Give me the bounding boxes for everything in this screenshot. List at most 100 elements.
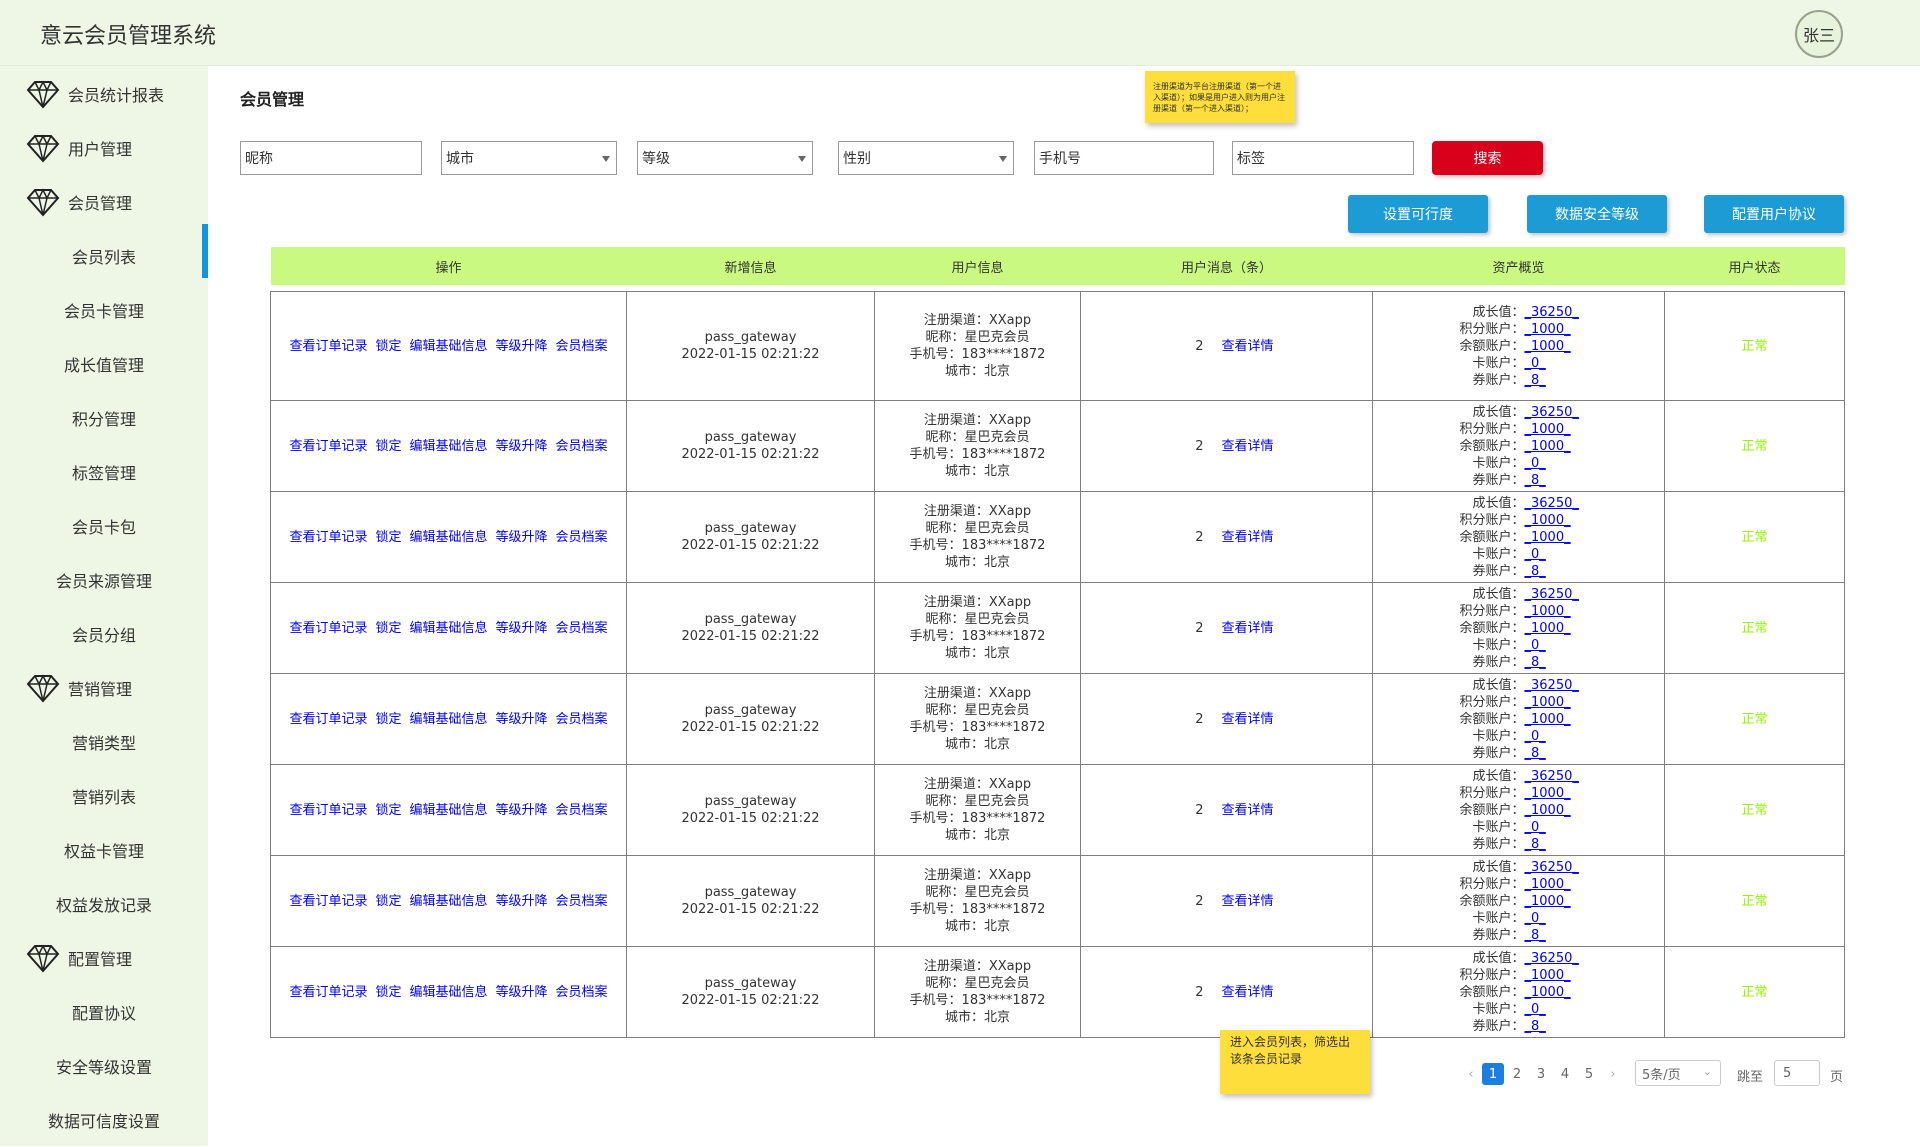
view-details-link[interactable]: 查看详情 xyxy=(1221,985,1273,1000)
asset-value-link[interactable]: _8_ xyxy=(1525,927,1585,944)
asset-value-link[interactable]: _8_ xyxy=(1525,1018,1585,1035)
next-page-icon[interactable]: › xyxy=(1602,1067,1624,1082)
op-link[interactable]: 锁定 xyxy=(375,339,401,354)
op-link[interactable]: 锁定 xyxy=(375,803,401,818)
asset-value-link[interactable]: _1000_ xyxy=(1525,984,1585,1001)
set-credibility-button[interactable]: 设置可行度 xyxy=(1348,195,1488,233)
asset-value-link[interactable]: _0_ xyxy=(1525,1001,1585,1018)
asset-value-link[interactable]: _1000_ xyxy=(1525,512,1585,529)
asset-value-link[interactable]: _1000_ xyxy=(1525,603,1585,620)
page-size-select[interactable]: 5条/页 ⌄ xyxy=(1635,1060,1721,1086)
asset-value-link[interactable]: _36250_ xyxy=(1525,950,1585,967)
asset-value-link[interactable]: _36250_ xyxy=(1525,495,1585,512)
op-link[interactable]: 等级升降 xyxy=(496,439,548,454)
sidebar-item[interactable]: 营销类型 xyxy=(0,715,208,769)
asset-value-link[interactable]: _1000_ xyxy=(1525,876,1585,893)
op-link[interactable]: 编辑基础信息 xyxy=(409,439,487,454)
asset-value-link[interactable]: _36250_ xyxy=(1525,677,1585,694)
level-select[interactable]: 等级 xyxy=(637,141,813,175)
asset-value-link[interactable]: _0_ xyxy=(1525,355,1585,372)
asset-value-link[interactable]: _1000_ xyxy=(1525,438,1585,455)
op-link[interactable]: 编辑基础信息 xyxy=(409,803,487,818)
sidebar-item[interactable]: 安全等级设置 xyxy=(0,1039,208,1093)
op-link[interactable]: 会员档案 xyxy=(556,803,608,818)
asset-value-link[interactable]: _1000_ xyxy=(1525,711,1585,728)
asset-value-link[interactable]: _1000_ xyxy=(1525,620,1585,637)
op-link[interactable]: 会员档案 xyxy=(556,621,608,636)
asset-value-link[interactable]: _8_ xyxy=(1525,563,1585,580)
view-details-link[interactable]: 查看详情 xyxy=(1221,339,1273,354)
data-security-level-button[interactable]: 数据安全等级 xyxy=(1527,195,1667,233)
op-link[interactable]: 查看订单记录 xyxy=(289,439,367,454)
asset-value-link[interactable]: _0_ xyxy=(1525,637,1585,654)
sidebar-item[interactable]: 营销列表 xyxy=(0,769,208,823)
page-4[interactable]: 4 xyxy=(1554,1063,1576,1085)
page-5[interactable]: 5 xyxy=(1578,1063,1600,1085)
op-link[interactable]: 会员档案 xyxy=(556,894,608,909)
op-link[interactable]: 会员档案 xyxy=(556,985,608,1000)
configure-agreement-button[interactable]: 配置用户协议 xyxy=(1704,195,1844,233)
op-link[interactable]: 锁定 xyxy=(375,530,401,545)
sidebar-item[interactable]: 会员分组 xyxy=(0,607,208,661)
op-link[interactable]: 会员档案 xyxy=(556,439,608,454)
op-link[interactable]: 编辑基础信息 xyxy=(409,894,487,909)
sidebar-item[interactable]: 积分管理 xyxy=(0,391,208,445)
sidebar-item[interactable]: 权益卡管理 xyxy=(0,823,208,877)
op-link[interactable]: 编辑基础信息 xyxy=(409,985,487,1000)
op-link[interactable]: 编辑基础信息 xyxy=(409,530,487,545)
page-1[interactable]: 1 xyxy=(1482,1063,1504,1085)
sidebar-item[interactable]: 会员列表 xyxy=(0,229,208,283)
op-link[interactable]: 会员档案 xyxy=(556,530,608,545)
phone-input[interactable]: 手机号 xyxy=(1034,141,1214,175)
view-details-link[interactable]: 查看详情 xyxy=(1221,530,1273,545)
asset-value-link[interactable]: _8_ xyxy=(1525,745,1585,762)
sidebar-item[interactable]: 配置管理 xyxy=(0,931,208,985)
asset-value-link[interactable]: _0_ xyxy=(1525,728,1585,745)
op-link[interactable]: 会员档案 xyxy=(556,712,608,727)
view-details-link[interactable]: 查看详情 xyxy=(1221,894,1273,909)
asset-value-link[interactable]: _1000_ xyxy=(1525,967,1585,984)
sidebar-item[interactable]: 权益发放记录 xyxy=(0,877,208,931)
op-link[interactable]: 等级升降 xyxy=(496,712,548,727)
user-avatar[interactable]: 张三 xyxy=(1795,10,1843,58)
sidebar-item[interactable]: 会员来源管理 xyxy=(0,553,208,607)
gender-select[interactable]: 性别 xyxy=(838,141,1014,175)
asset-value-link[interactable]: _8_ xyxy=(1525,836,1585,853)
page-2[interactable]: 2 xyxy=(1506,1063,1528,1085)
op-link[interactable]: 等级升降 xyxy=(496,894,548,909)
view-details-link[interactable]: 查看详情 xyxy=(1221,712,1273,727)
op-link[interactable]: 会员档案 xyxy=(556,339,608,354)
op-link[interactable]: 锁定 xyxy=(375,712,401,727)
op-link[interactable]: 等级升降 xyxy=(496,339,548,354)
op-link[interactable]: 锁定 xyxy=(375,894,401,909)
prev-page-icon[interactable]: ‹ xyxy=(1460,1067,1482,1082)
asset-value-link[interactable]: _8_ xyxy=(1525,472,1585,489)
asset-value-link[interactable]: _1000_ xyxy=(1525,338,1585,355)
sidebar-item[interactable]: 成长值管理 xyxy=(0,337,208,391)
op-link[interactable]: 等级升降 xyxy=(496,530,548,545)
sidebar-item[interactable]: 标签管理 xyxy=(0,445,208,499)
op-link[interactable]: 等级升降 xyxy=(496,621,548,636)
asset-value-link[interactable]: _0_ xyxy=(1525,819,1585,836)
op-link[interactable]: 查看订单记录 xyxy=(289,985,367,1000)
asset-value-link[interactable]: _0_ xyxy=(1525,455,1585,472)
view-details-link[interactable]: 查看详情 xyxy=(1221,439,1273,454)
asset-value-link[interactable]: _1000_ xyxy=(1525,421,1585,438)
asset-value-link[interactable]: _1000_ xyxy=(1525,321,1585,338)
op-link[interactable]: 编辑基础信息 xyxy=(409,621,487,636)
asset-value-link[interactable]: _8_ xyxy=(1525,372,1585,389)
sidebar-item[interactable]: 用户管理 xyxy=(0,121,208,175)
asset-value-link[interactable]: _0_ xyxy=(1525,910,1585,927)
city-select[interactable]: 城市 xyxy=(441,141,617,175)
view-details-link[interactable]: 查看详情 xyxy=(1221,803,1273,818)
asset-value-link[interactable]: _1000_ xyxy=(1525,893,1585,910)
sidebar-item[interactable]: 数据可信度设置 xyxy=(0,1093,208,1147)
asset-value-link[interactable]: _1000_ xyxy=(1525,529,1585,546)
asset-value-link[interactable]: _36250_ xyxy=(1525,404,1585,421)
op-link[interactable]: 编辑基础信息 xyxy=(409,712,487,727)
op-link[interactable]: 查看订单记录 xyxy=(289,530,367,545)
asset-value-link[interactable]: _36250_ xyxy=(1525,304,1585,321)
sidebar-item[interactable]: 会员统计报表 xyxy=(0,67,208,121)
op-link[interactable]: 查看订单记录 xyxy=(289,621,367,636)
sidebar-item[interactable]: 会员管理 xyxy=(0,175,208,229)
